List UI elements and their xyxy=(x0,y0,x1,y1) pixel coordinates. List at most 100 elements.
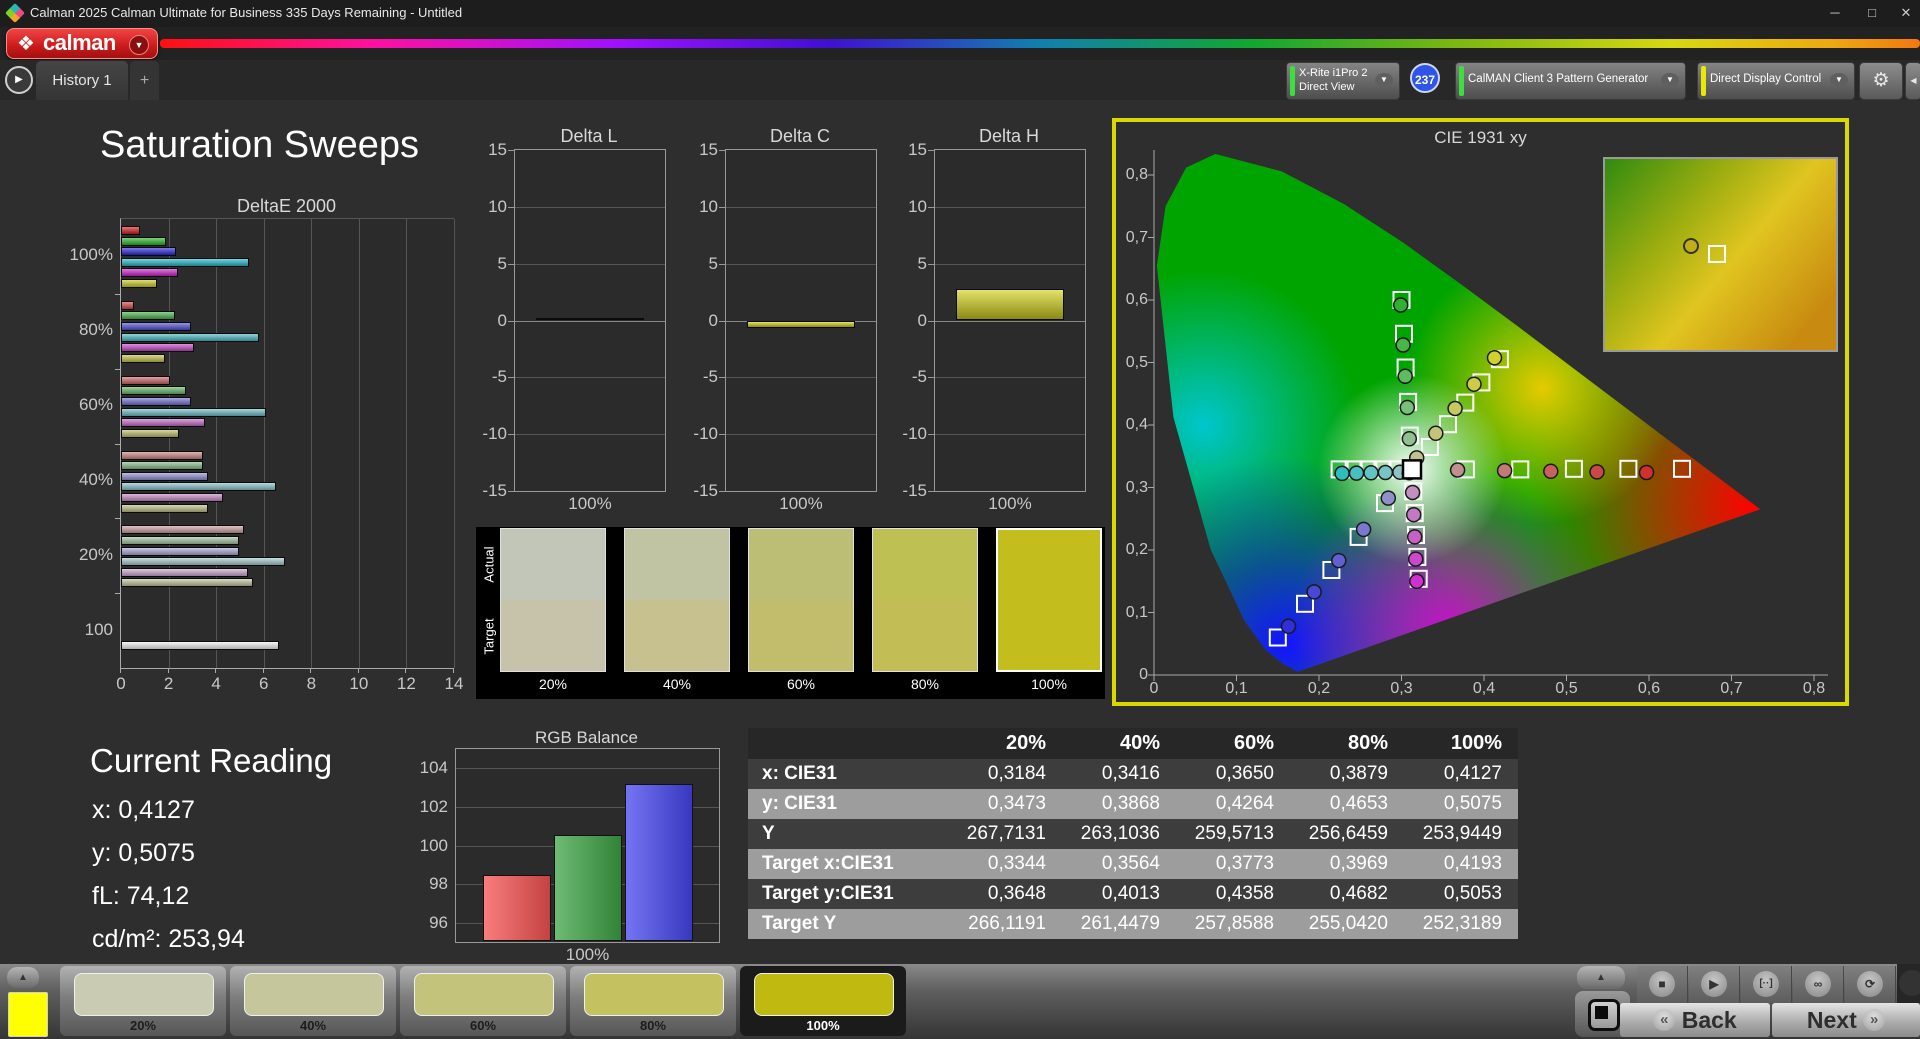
meter-status-bar xyxy=(1290,66,1295,96)
delta-l-chart: 15 10 5 0 -5 -10 -15 xyxy=(482,140,666,500)
display-control-dropdown[interactable]: Direct Display Control ▼ xyxy=(1697,62,1855,100)
delta-h-title: Delta H xyxy=(978,126,1040,146)
reading-fl: fL: 74,12 xyxy=(92,882,190,910)
cie-1931-panel: CIE 1931 xy 0,8 0,7 0,6 0,5 0,4 0,3 0,2 0,1 0 0 0,… xyxy=(1112,118,1849,706)
deltae-bar xyxy=(121,471,208,481)
pattern-level-swatch xyxy=(414,973,554,1016)
blue-bar xyxy=(625,783,693,941)
brand-band: ❖ calman ▼ xyxy=(0,27,1920,60)
settings-button[interactable]: ⚙ xyxy=(1859,62,1903,100)
cie-y-tick-label: 0,4 xyxy=(1125,416,1148,433)
pattern-level-button[interactable]: 20% xyxy=(60,966,226,1036)
stop-frame-icon xyxy=(1588,999,1620,1031)
table-row: Target Y 266,1191 261,4479 257,8588 255,0420… xyxy=(748,909,1518,939)
pattern-generator-label: CalMAN Client 3 Pattern Generator xyxy=(1468,73,1649,85)
cie-y-tick-label: 0,1 xyxy=(1125,603,1148,621)
table-cell: 0,4264 xyxy=(1215,793,1274,814)
y-tick xyxy=(508,320,515,322)
cie-y-tick-label: 0,5 xyxy=(1125,353,1148,371)
y-tick xyxy=(115,368,121,370)
x-tick-label: 14 xyxy=(444,674,464,693)
deltae-bar xyxy=(121,268,179,278)
chevron-left-icon: « xyxy=(1653,1008,1676,1031)
table-row: Y 267,7131 263,1036 259,5713 256,6459 253,944… xyxy=(748,819,1518,849)
meter-dropdown[interactable]: X-Rite i1Pro 2 Direct View ▼ xyxy=(1286,62,1400,100)
table-cell: 0,4653 xyxy=(1329,793,1388,814)
back-label: Back xyxy=(1681,1007,1737,1033)
saturation-swatch xyxy=(500,528,606,672)
x-tick xyxy=(310,668,312,673)
table-cell: 252,3189 xyxy=(1422,913,1502,934)
cie-y-tick-label: 0,6 xyxy=(1125,291,1148,308)
close-button[interactable]: ✕ xyxy=(1889,0,1920,26)
current-pattern-swatch xyxy=(8,992,48,1037)
expand-controls-button[interactable]: ▲ xyxy=(1577,966,1625,989)
deltae-bar xyxy=(121,557,286,567)
minimize-button[interactable]: ─ xyxy=(1818,0,1852,26)
gridline xyxy=(935,263,1085,265)
pattern-level-label: 60% xyxy=(469,1018,497,1033)
deltae-bar xyxy=(121,428,180,438)
loop-button[interactable]: ⟳ xyxy=(1845,966,1896,1003)
gridline xyxy=(935,206,1085,208)
pattern-level-swatch xyxy=(74,973,214,1016)
play-button[interactable]: ▶ xyxy=(1689,966,1740,1003)
back-button[interactable]: « Back xyxy=(1620,1003,1770,1037)
maximize-button[interactable]: □ xyxy=(1855,0,1889,26)
x-tick xyxy=(167,668,169,673)
rgb-balance-xlabel: 100% xyxy=(565,945,610,964)
series-button[interactable]: [··] xyxy=(1741,966,1792,1003)
swatch-label: 40% xyxy=(662,676,692,692)
bottom-bar: ▲ ▲ ■ ▶ [··] ∞ ⟳ « Back Next » 20% 40% 60% 80% 1… xyxy=(0,964,1920,1039)
stop-button[interactable]: ■ xyxy=(1637,966,1688,1003)
table-cell: 0,3416 xyxy=(1101,763,1160,784)
tab-history-1[interactable]: History 1 xyxy=(36,61,128,100)
pattern-level-swatch xyxy=(754,973,894,1016)
expand-patches-button[interactable]: ▲ xyxy=(7,967,39,988)
swatch-target xyxy=(998,600,1100,670)
next-button[interactable]: Next » xyxy=(1772,1003,1920,1037)
column-header: 100% xyxy=(1450,732,1502,754)
tab-bar: ▶ History 1 + X-Rite i1Pro 2 Direct View… xyxy=(0,60,1920,100)
y-tick-label: -10 xyxy=(482,424,507,444)
deltae-chart: 0 2 4 6 8 10 12 14 100% 80% 60% 40% 20% 100 xyxy=(70,218,463,693)
row-label: Target x:CIE31 xyxy=(762,853,894,874)
swatch-label: 80% xyxy=(910,676,940,692)
pattern-level-label: 100% xyxy=(806,1018,840,1033)
swatch-actual xyxy=(625,529,729,600)
table-cell: 0,5053 xyxy=(1443,883,1502,904)
cie-x-tick-label: 0,8 xyxy=(1802,680,1826,697)
add-tab-button[interactable]: + xyxy=(130,61,159,100)
pattern-level-label: 40% xyxy=(299,1018,327,1033)
y-tick-label: 15 xyxy=(699,140,718,159)
y-tick-label: 0 xyxy=(497,310,507,330)
table-cell: 255,0420 xyxy=(1308,913,1388,934)
pattern-level-button[interactable]: 80% xyxy=(570,966,736,1036)
pattern-level-button[interactable]: 60% xyxy=(400,966,566,1036)
pattern-level-button[interactable]: 100% xyxy=(740,966,906,1036)
y-tick xyxy=(508,263,515,265)
chevron-down-icon: ▼ xyxy=(1661,73,1679,87)
swatch-actual xyxy=(749,529,853,600)
calman-menu-button[interactable]: ❖ calman ▼ xyxy=(6,28,158,59)
cie-chart-title: CIE 1931 xy xyxy=(1434,128,1527,147)
pattern-generator-dropdown[interactable]: CalMAN Client 3 Pattern Generator ▼ xyxy=(1455,62,1686,100)
chevron-down-icon: ▼ xyxy=(1830,73,1848,87)
continuous-button[interactable]: ∞ xyxy=(1793,966,1844,1003)
y-tick xyxy=(719,320,726,322)
meter-count-badge[interactable]: 237 xyxy=(1410,63,1440,93)
play-icon: ▶ xyxy=(15,74,23,85)
y-tick xyxy=(508,491,515,492)
collapse-toolbar-button[interactable]: ◀ xyxy=(1905,62,1920,100)
cie-x-tick-label: 0 xyxy=(1149,680,1159,697)
pattern-level-button[interactable]: 40% xyxy=(230,966,396,1036)
row-label: y: CIE31 xyxy=(762,793,837,814)
layout-nav-button[interactable]: ▶ xyxy=(5,66,33,94)
y-tick-label: -5 xyxy=(702,367,718,387)
y-tick xyxy=(115,293,121,295)
gridline xyxy=(454,219,455,668)
y-tick-label: -15 xyxy=(482,481,507,500)
gridline xyxy=(406,219,408,668)
saturation-swatch xyxy=(872,528,978,672)
deltae-bar xyxy=(121,311,175,321)
